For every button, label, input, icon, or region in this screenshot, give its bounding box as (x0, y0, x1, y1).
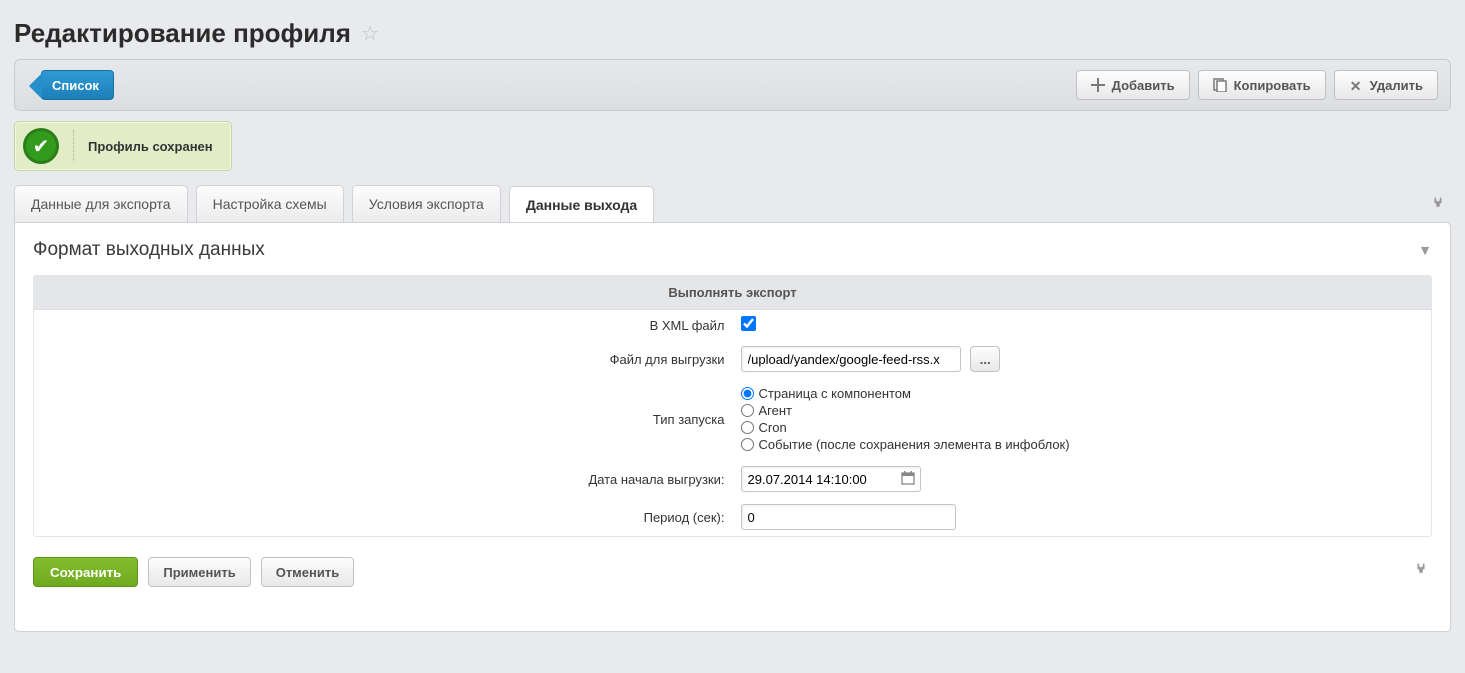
block-heading: Выполнять экспорт (34, 276, 1431, 310)
tab-schema-settings[interactable]: Настройка схемы (196, 185, 344, 222)
label-start-date: Дата начала выгрузки: (34, 460, 733, 498)
tab-export-data[interactable]: Данные для экспорта (14, 185, 188, 222)
run-type-radio-agent[interactable] (741, 404, 754, 417)
file-path-input[interactable] (741, 346, 961, 372)
run-type-radio-event[interactable] (741, 438, 754, 451)
section-title: Формат выходных данных (33, 239, 265, 261)
back-to-list-button[interactable]: Список (41, 70, 114, 100)
apply-button[interactable]: Применить (148, 557, 250, 587)
label-period: Период (сек): (34, 498, 733, 536)
period-input[interactable] (741, 504, 956, 530)
label-xml-file: В XML файл (34, 310, 733, 340)
close-icon: ✕ (1349, 78, 1363, 92)
cancel-button[interactable]: Отменить (261, 557, 355, 587)
delete-button-label: Удалить (1370, 78, 1423, 93)
export-settings-block: Выполнять экспорт В XML файл Файл для вы… (33, 275, 1432, 537)
start-date-input[interactable] (741, 466, 921, 492)
run-type-radio-component[interactable] (741, 387, 754, 400)
copy-button[interactable]: Копировать (1198, 70, 1326, 100)
favorite-star-icon[interactable]: ☆ (361, 21, 379, 46)
add-button-label: Добавить (1112, 78, 1175, 93)
run-type-label-2: Cron (759, 420, 787, 435)
panel: Формат выходных данных ▼ Выполнять экспо… (14, 222, 1451, 632)
success-notice: ✔ Профиль сохранен (14, 121, 232, 171)
tab-export-conditions[interactable]: Условия экспорта (352, 185, 501, 222)
add-button[interactable]: Добавить (1076, 70, 1190, 100)
copy-button-label: Копировать (1234, 78, 1311, 93)
notice-text: Профиль сохранен (88, 139, 213, 154)
label-file-path: Файл для выгрузки (34, 340, 733, 378)
delete-button[interactable]: ✕ Удалить (1334, 70, 1438, 100)
tabs: Данные для экспорта Настройка схемы Усло… (14, 185, 1451, 222)
pin-tabs-icon[interactable] (1431, 197, 1451, 222)
copy-icon (1213, 78, 1227, 92)
run-type-label-0: Страница с компонентом (759, 386, 911, 401)
page-title: Редактирование профиля (14, 18, 351, 49)
run-type-radio-cron[interactable] (741, 421, 754, 434)
toolbar: Список Добавить Копировать ✕ Удалить (14, 59, 1451, 111)
plus-icon (1091, 78, 1105, 92)
notice-separator (73, 130, 74, 162)
label-run-type: Тип запуска (34, 378, 733, 460)
run-type-label-3: Событие (после сохранения элемента в инф… (759, 437, 1070, 452)
pin-footer-icon[interactable] (1414, 563, 1432, 582)
collapse-icon[interactable]: ▼ (1418, 242, 1432, 258)
xml-file-checkbox[interactable] (741, 316, 756, 331)
browse-file-button[interactable]: ... (970, 346, 1000, 372)
tab-output-data[interactable]: Данные выхода (509, 186, 654, 223)
run-type-label-1: Агент (759, 403, 793, 418)
save-button[interactable]: Сохранить (33, 557, 138, 587)
check-circle-icon: ✔ (23, 128, 59, 164)
